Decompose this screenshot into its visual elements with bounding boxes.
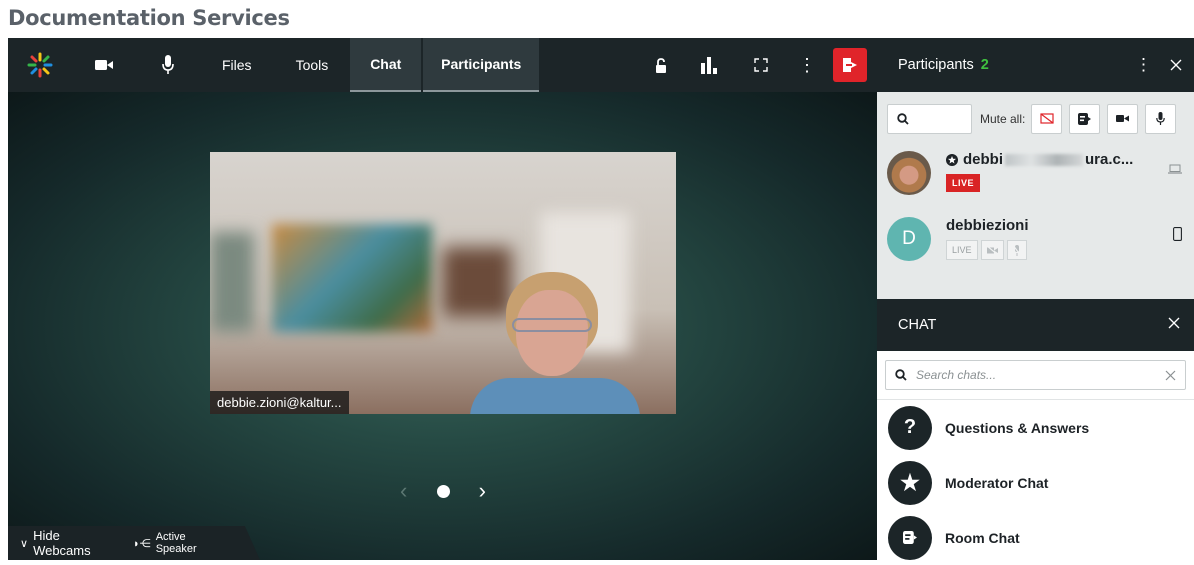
phone-icon	[1173, 227, 1182, 246]
participants-count: 2	[980, 57, 989, 73]
search-icon	[897, 112, 909, 125]
redacted-email	[1005, 153, 1083, 166]
page-dot[interactable]	[436, 484, 450, 498]
webcam-bar: ∨ Hide Webcams ◗⋲ Active Speaker	[8, 526, 260, 560]
stage-pager: ‹ ›	[400, 480, 486, 502]
top-toolbar: Files Tools Chat Participants ⋮	[8, 38, 877, 92]
blurred-painting	[272, 224, 432, 332]
mute-all-row: Mute all:	[877, 92, 1194, 137]
participant-row[interactable]: debbi ura.c... LIVE	[877, 151, 1194, 217]
microphone-icon	[1156, 112, 1166, 125]
chat-item-questions-answers[interactable]: ? Questions & Answers	[877, 400, 1194, 455]
speaker-person	[470, 272, 640, 414]
microphone-icon[interactable]	[136, 38, 200, 92]
exit-room-button[interactable]	[833, 48, 867, 82]
mute-cameras-button[interactable]	[1107, 103, 1139, 134]
tab-participants[interactable]: Participants	[423, 38, 540, 92]
close-icon[interactable]	[1170, 59, 1182, 71]
chevron-down-icon: ∨	[20, 537, 29, 550]
chat-bubble-icon	[1078, 112, 1092, 125]
chat-item-room-chat[interactable]: Room Chat	[877, 510, 1194, 565]
chat-icon	[888, 515, 932, 560]
avatar: D	[887, 217, 931, 261]
clear-search-icon[interactable]	[1165, 370, 1176, 381]
prev-page-icon[interactable]: ‹	[400, 480, 407, 502]
avatar	[887, 151, 931, 195]
screen-off-icon	[1040, 113, 1054, 124]
side-panel: Participants 2 ⋮ Mute all: debbi ura.c..…	[877, 38, 1194, 560]
speaker-icon: ◗⋲	[133, 537, 151, 550]
tools-button[interactable]: Tools	[274, 38, 351, 92]
virtual-classroom-app: Files Tools Chat Participants ⋮ debbie.z…	[8, 38, 1194, 560]
live-status-badge: LIVE	[946, 240, 978, 260]
chat-search-placeholder: Search chats...	[916, 368, 997, 382]
poll-chart-icon[interactable]	[685, 38, 733, 92]
mute-all-label: Mute all:	[980, 111, 1026, 126]
mute-screen-button[interactable]	[1031, 103, 1063, 134]
participant-search-input[interactable]	[887, 103, 972, 134]
unlock-icon[interactable]	[637, 38, 685, 92]
close-chat-icon[interactable]	[1168, 317, 1180, 333]
question-icon: ?	[888, 405, 932, 450]
participant-name: debbi ura.c...	[946, 151, 1133, 168]
camera-off-icon	[980, 240, 1004, 260]
participants-header: Participants 2 ⋮	[877, 38, 1194, 92]
moderator-star-icon	[946, 153, 958, 166]
tab-chat[interactable]: Chat	[350, 38, 422, 92]
star-icon: ★	[888, 460, 932, 505]
laptop-icon	[1168, 161, 1182, 179]
mute-microphones-button[interactable]	[1145, 103, 1177, 134]
participants-list: Mute all: debbi ura.c... LIVE D debbiezi…	[877, 92, 1194, 299]
mute-chat-button[interactable]	[1069, 103, 1101, 134]
fullscreen-icon[interactable]	[733, 38, 789, 92]
kaltura-logo-icon	[8, 38, 72, 92]
camera-icon[interactable]	[72, 38, 136, 92]
files-button[interactable]: Files	[200, 38, 274, 92]
live-badge: LIVE	[946, 174, 981, 192]
next-page-icon[interactable]: ›	[479, 480, 486, 502]
chat-item-moderator-chat[interactable]: ★ Moderator Chat	[877, 455, 1194, 510]
video-stage: debbie.zioni@kaltur... ‹ › ∨ Hide Webcam…	[8, 92, 877, 560]
search-icon	[895, 369, 907, 381]
camera-icon	[1116, 115, 1130, 122]
chat-search-input[interactable]: Search chats...	[885, 360, 1186, 390]
participant-name: debbiezioni	[946, 217, 1029, 234]
participants-more-icon[interactable]: ⋮	[1135, 55, 1152, 75]
video-name-tag: debbie.zioni@kaltur...	[210, 391, 349, 414]
active-speaker-button[interactable]: ◗⋲ Active Speaker	[133, 531, 224, 555]
chat-title: CHAT	[898, 317, 937, 333]
microphone-off-icon	[1006, 240, 1027, 260]
participants-title: Participants	[898, 57, 974, 73]
hide-webcams-button[interactable]: ∨ Hide Webcams	[20, 528, 115, 558]
more-options-icon[interactable]: ⋮	[789, 38, 825, 92]
webcam-video[interactable]: debbie.zioni@kaltur...	[210, 152, 676, 414]
chat-header: CHAT	[877, 299, 1194, 351]
participant-row[interactable]: D debbiezioni LIVE	[877, 217, 1194, 283]
page-title: Documentation Services	[8, 6, 290, 30]
